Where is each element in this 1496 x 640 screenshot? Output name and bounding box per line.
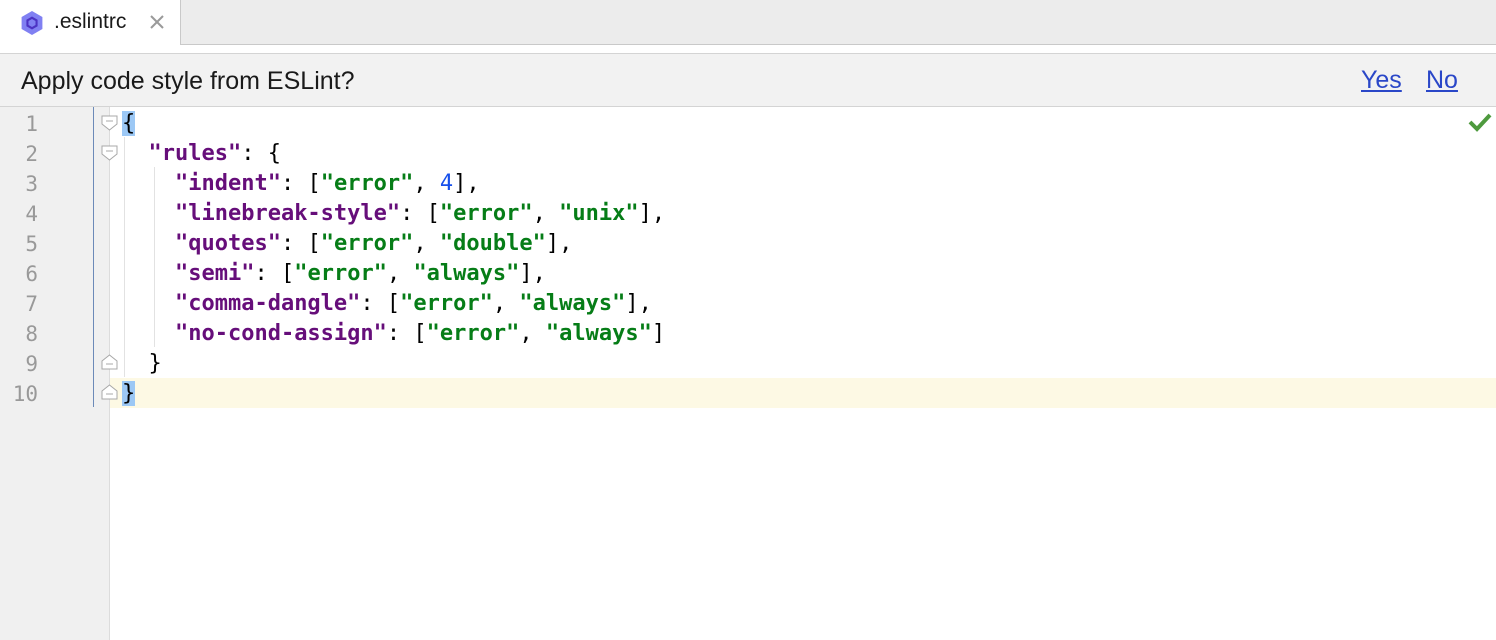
code-token: 4 <box>439 171 454 196</box>
line-number: 3 <box>25 172 38 196</box>
code-line[interactable]: "indent": ["error", 4], <box>122 169 480 199</box>
tab-bar: .eslintrc <box>0 0 1496 45</box>
line-number: 7 <box>25 292 38 316</box>
eslint-notification-bar: Apply code style from ESLint? Yes No <box>0 53 1496 107</box>
code-line[interactable]: "quotes": ["error", "double"], <box>122 229 572 259</box>
fold-collapse-icon[interactable] <box>101 115 118 131</box>
line-number: 4 <box>25 202 38 226</box>
code-token: "unix" <box>559 201 639 226</box>
code-token: "error" <box>439 201 533 226</box>
fold-collapse-icon[interactable] <box>101 145 118 161</box>
code-token: : [ <box>280 231 321 256</box>
code-token: : [ <box>280 171 321 196</box>
code-token: "linebreak-style" <box>174 201 401 226</box>
indent-guide <box>124 137 125 377</box>
code-token: : [ <box>254 261 295 286</box>
code-token: , <box>386 261 414 286</box>
code-token: "no-cond-assign" <box>174 321 387 346</box>
code-token: ], <box>545 231 573 256</box>
code-token: , <box>492 291 520 316</box>
line-number: 8 <box>25 322 38 346</box>
code-token: "indent" <box>174 171 281 196</box>
line-number: 9 <box>25 352 38 376</box>
code-token: , <box>532 201 560 226</box>
code-editor[interactable]: 1 2 3 4 5 6 7 8 9 10 { "rules": { "indent": ["err… <box>0 107 1496 640</box>
code-token: "always" <box>519 291 626 316</box>
code-token: } <box>122 381 136 406</box>
code-token: : [ <box>400 201 440 226</box>
yes-link[interactable]: Yes <box>1361 65 1402 95</box>
code-line[interactable]: "semi": ["error", "always"], <box>122 259 546 289</box>
code-line[interactable]: "no-cond-assign": ["error", "always"] <box>122 319 665 349</box>
code-line[interactable]: } <box>122 379 136 409</box>
code-line[interactable]: "linebreak-style": ["error", "unix"], <box>122 199 665 229</box>
line-number: 1 <box>25 112 38 136</box>
gutter-scope-marker <box>93 107 94 407</box>
code-token: "semi" <box>174 261 255 286</box>
eslint-icon <box>21 11 43 35</box>
code-token: "error" <box>294 261 387 286</box>
code-token: : { <box>241 141 281 166</box>
code-token: "quotes" <box>174 231 281 256</box>
tab-label: .eslintrc <box>54 10 127 33</box>
code-line[interactable]: "comma-dangle": ["error", "always"], <box>122 289 652 319</box>
code-token: "error" <box>426 321 520 346</box>
tab-eslintrc[interactable]: .eslintrc <box>0 0 181 45</box>
code-token: ], <box>453 171 480 196</box>
code-token: : [ <box>360 291 401 316</box>
code-token: "error" <box>320 231 414 256</box>
code-token: "always" <box>413 261 520 286</box>
code-token: ] <box>651 321 666 346</box>
code-token: ], <box>625 291 652 316</box>
close-icon[interactable] <box>146 11 168 33</box>
code-token: { <box>122 111 136 136</box>
code-token: : [ <box>386 321 427 346</box>
code-token: ], <box>638 201 666 226</box>
notification-message: Apply code style from ESLint? <box>21 67 355 95</box>
fold-end-icon[interactable] <box>101 354 118 370</box>
code-line[interactable]: "rules": { <box>122 139 281 169</box>
line-number: 2 <box>25 142 38 166</box>
code-token: , <box>413 171 440 196</box>
code-token: ], <box>519 261 546 286</box>
code-line[interactable]: } <box>122 349 162 379</box>
fold-end-icon[interactable] <box>101 384 118 400</box>
indent-guide <box>154 167 155 347</box>
line-number: 6 <box>25 262 38 286</box>
checkmark-icon <box>1468 113 1492 132</box>
code-token: } <box>122 351 162 376</box>
line-number: 5 <box>25 232 38 256</box>
code-token: "always" <box>545 321 652 346</box>
code-token: , <box>413 231 440 256</box>
line-number: 10 <box>12 382 38 406</box>
code-token: "double" <box>439 231 546 256</box>
code-token: "error" <box>320 171 414 196</box>
current-line-highlight <box>110 378 1496 408</box>
no-link[interactable]: No <box>1426 65 1458 95</box>
code-token: , <box>519 321 546 346</box>
code-token: "error" <box>400 291 493 316</box>
code-token: "rules" <box>148 141 242 166</box>
code-line[interactable]: { <box>122 109 136 139</box>
code-token: "comma-dangle" <box>174 291 361 316</box>
